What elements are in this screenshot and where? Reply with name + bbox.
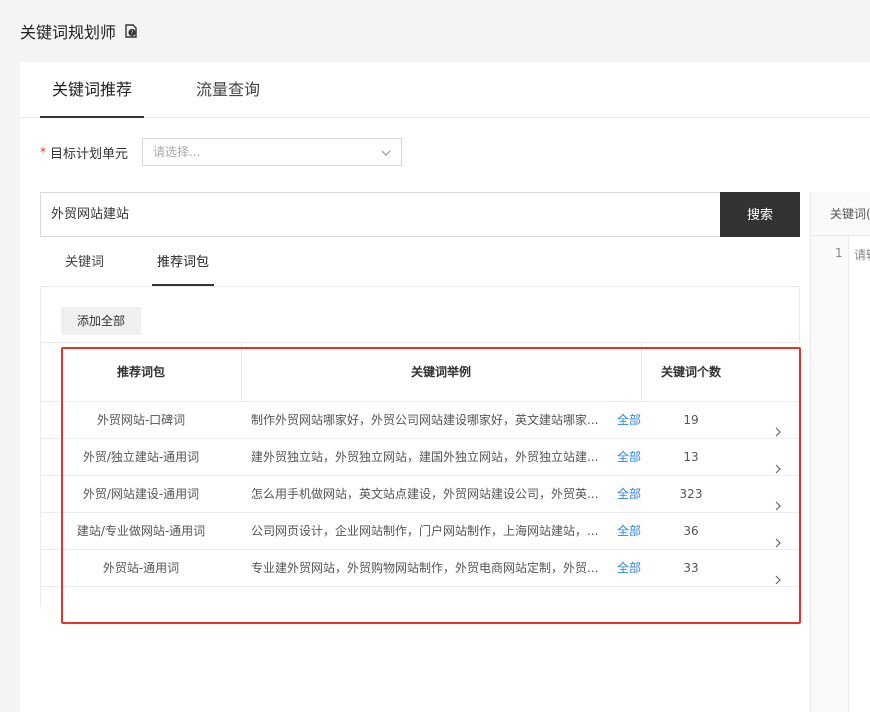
keyword-count: 323 <box>679 487 703 501</box>
main-card: 关键词推荐 流量查询 * 目标计划单元 请选择... 外贸网站建站 搜索 关键词… <box>20 62 870 712</box>
target-unit-select[interactable]: 请选择... <box>142 138 402 166</box>
page-title: 关键词规划师 <box>20 23 117 42</box>
add-all-button[interactable]: 添加全部 <box>61 307 141 335</box>
keyword-examples: 制作外贸网站哪家好，外贸公司网站建设哪家好，英文建站哪家... <box>251 413 599 427</box>
help-doc-icon[interactable]: ? <box>124 24 138 38</box>
header-count: 关键词个数 <box>660 365 721 379</box>
header-examples: 关键词举例 <box>410 365 471 379</box>
keyword-count: 13 <box>683 450 699 464</box>
package-name: 建站/专业做网站-通用词 <box>76 524 206 538</box>
keyword-count: 33 <box>683 561 699 575</box>
packages-panel: 添加全部 推荐词包 关键词举例 关键词个数 外贸网站-口碑词 制作外贸网站哪家好… <box>40 286 801 606</box>
keyword-examples: 怎么用手机做网站，英文站点建设，外贸网站建设公司，外贸英... <box>251 487 599 501</box>
search-button[interactable]: 搜索 <box>720 192 800 237</box>
page-header: 关键词规划师 ? <box>0 0 870 62</box>
keyword-examples: 专业建外贸网站，外贸购物网站制作，外贸电商网站定制，外贸... <box>251 561 599 575</box>
select-placeholder: 请选择... <box>153 145 201 159</box>
package-name: 外贸/网站建设-通用词 <box>82 487 200 501</box>
header-package: 推荐词包 <box>116 365 165 379</box>
main-tabs: 关键词推荐 流量查询 <box>20 62 870 118</box>
table-row[interactable]: 外贸站-通用词 专业建外贸网站，外贸购物网站制作，外贸电商网站定制，外贸... … <box>41 550 801 587</box>
line-number-gutter <box>811 236 849 712</box>
table-row[interactable]: 建站/专业做网站-通用词 公司网页设计，企业网站制作，门户网站制作，上海网站建站… <box>41 513 801 550</box>
chevron-right-icon[interactable] <box>773 563 783 585</box>
target-unit-row: * 目标计划单元 请选择... <box>40 138 402 166</box>
keyword-search-input[interactable]: 外贸网站建站 <box>40 192 720 237</box>
side-panel-header: 关键词( <box>811 192 870 236</box>
keyword-editor-placeholder[interactable]: 请输 <box>854 246 870 263</box>
package-name: 外贸站-通用词 <box>102 561 180 575</box>
table-header: 推荐词包 关键词举例 关键词个数 <box>41 342 801 402</box>
chevron-right-icon[interactable] <box>773 489 783 511</box>
keyword-count: 36 <box>683 524 699 538</box>
keyword-examples: 建外贸独立站，外贸独立网站，建国外独立网站，外贸独立站建... <box>251 450 599 464</box>
sub-tabs: 关键词 推荐词包 <box>40 242 800 286</box>
chevron-right-icon[interactable] <box>773 452 783 474</box>
keyword-count: 19 <box>683 413 699 427</box>
tab-keyword-recommend[interactable]: 关键词推荐 <box>39 62 145 118</box>
table-row[interactable]: 外贸网站-口碑词 制作外贸网站哪家好，外贸公司网站建设哪家好，英文建站哪家...… <box>41 402 801 439</box>
packages-table: 推荐词包 关键词举例 关键词个数 外贸网站-口碑词 制作外贸网站哪家好，外贸公司… <box>41 342 801 587</box>
line-number: 1 <box>835 246 843 260</box>
tab-keywords[interactable]: 关键词 <box>65 242 104 286</box>
keyword-side-panel: 关键词( 1 请输 <box>810 192 870 712</box>
search-bar: 外贸网站建站 搜索 <box>40 192 800 237</box>
package-name: 外贸/独立建站-通用词 <box>82 450 200 464</box>
chevron-right-icon[interactable] <box>773 526 783 548</box>
table-row[interactable]: 外贸/网站建设-通用词 怎么用手机做网站，英文站点建设，外贸网站建设公司，外贸英… <box>41 476 801 513</box>
required-mark: * <box>40 145 46 159</box>
target-unit-label: 目标计划单元 <box>50 146 129 162</box>
chevron-down-icon <box>381 147 391 157</box>
tab-recommended-packages[interactable]: 推荐词包 <box>151 242 215 286</box>
chevron-right-icon[interactable] <box>773 415 783 437</box>
tab-traffic-query[interactable]: 流量查询 <box>196 62 260 118</box>
svg-text:?: ? <box>131 31 134 37</box>
keyword-examples: 公司网页设计，企业网站制作，门户网站制作，上海网站建站，... <box>251 524 599 538</box>
package-name: 外贸网站-口碑词 <box>96 413 186 427</box>
table-row[interactable]: 外贸/独立建站-通用词 建外贸独立站，外贸独立网站，建国外独立网站，外贸独立站建… <box>41 439 801 476</box>
